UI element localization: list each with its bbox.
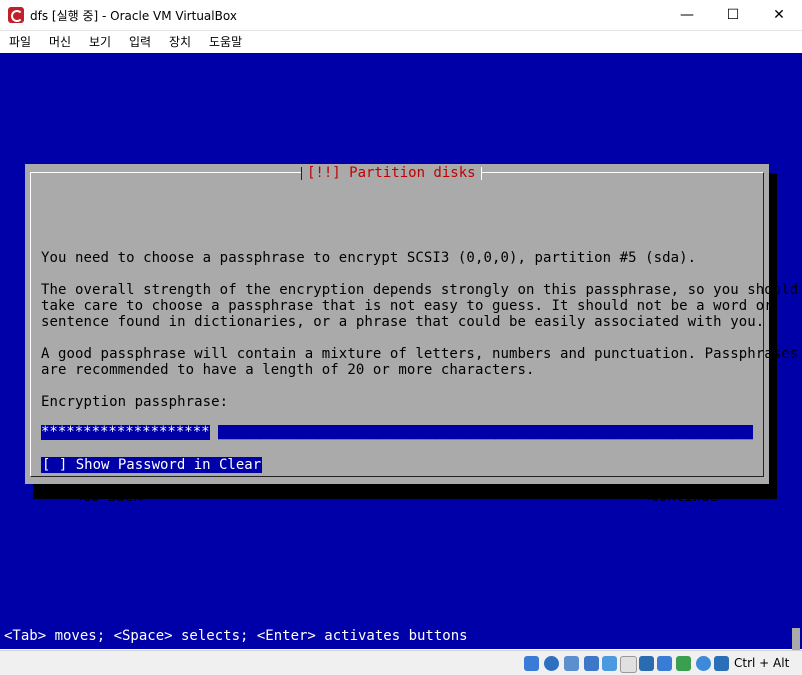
strength-text-1: The overall strength of the encryption d…: [41, 282, 799, 298]
passphrase-masked: ********************: [41, 425, 210, 440]
close-button[interactable]: ✕: [756, 0, 802, 30]
menu-bar: 파일 머신 보기 입력 장치 도움말: [0, 31, 802, 52]
status-bar: Ctrl + Alt: [0, 650, 802, 675]
menu-view[interactable]: 보기: [89, 33, 111, 50]
mouse-integration-icon[interactable]: [714, 656, 729, 671]
cpu-icon[interactable]: [676, 656, 691, 671]
menu-machine[interactable]: 머신: [49, 33, 71, 50]
text-cursor: [209, 425, 218, 440]
shared-folder-icon[interactable]: [620, 656, 637, 673]
partition-dialog: [!!] Partition disks You need to choose …: [25, 164, 798, 505]
vm-screen[interactable]: [!!] Partition disks You need to choose …: [0, 53, 802, 650]
go-back-button[interactable]: <Go Back>: [74, 489, 150, 505]
dialog-title: [!!] Partition disks: [301, 164, 482, 182]
field-label: Encryption passphrase:: [41, 394, 229, 410]
menu-devices[interactable]: 장치: [169, 33, 191, 50]
continue-button[interactable]: <Continue>: [642, 489, 726, 505]
usb-icon[interactable]: [602, 656, 617, 671]
strength-text-3: sentence found in dictionaries, or a phr…: [41, 314, 765, 330]
optical-icon[interactable]: [544, 656, 559, 671]
maximize-button[interactable]: ☐: [710, 0, 756, 30]
menu-file[interactable]: 파일: [9, 33, 31, 50]
network-activity-icon[interactable]: [696, 656, 711, 671]
strength-text-2: take care to choose a passphrase that is…: [41, 298, 773, 314]
network-icon[interactable]: [584, 656, 599, 671]
vm-scroll-edge: [792, 628, 800, 650]
key-help-line: <Tab> moves; <Space> selects; <Enter> ac…: [4, 628, 468, 644]
passphrase-underline: ________________________________________…: [217, 425, 753, 440]
host-key-label: Ctrl + Alt: [734, 656, 790, 670]
window-title: dfs [실행 중] - Oracle VM VirtualBox: [30, 9, 237, 23]
show-password-checkbox[interactable]: [ ] Show Password in Clear: [41, 457, 263, 473]
video-capture-icon[interactable]: [657, 656, 672, 671]
passphrase-input[interactable]: ******************** ____________________…: [41, 425, 753, 440]
menu-input[interactable]: 입력: [129, 33, 151, 50]
title-bar: dfs [실행 중] - Oracle VM VirtualBox — ☐ ✕: [0, 0, 802, 31]
advice-text-1: A good passphrase will contain a mixture…: [41, 346, 799, 362]
advice-text-2: are recommended to have a length of 20 o…: [41, 362, 535, 378]
minimize-button[interactable]: —: [664, 0, 710, 30]
audio-icon[interactable]: [564, 656, 579, 671]
intro-text: You need to choose a passphrase to encry…: [41, 250, 697, 266]
menu-help[interactable]: 도움말: [209, 33, 242, 50]
display-icon[interactable]: [639, 656, 654, 671]
hdd-icon[interactable]: [524, 656, 539, 671]
virtualbox-icon: [8, 7, 24, 23]
